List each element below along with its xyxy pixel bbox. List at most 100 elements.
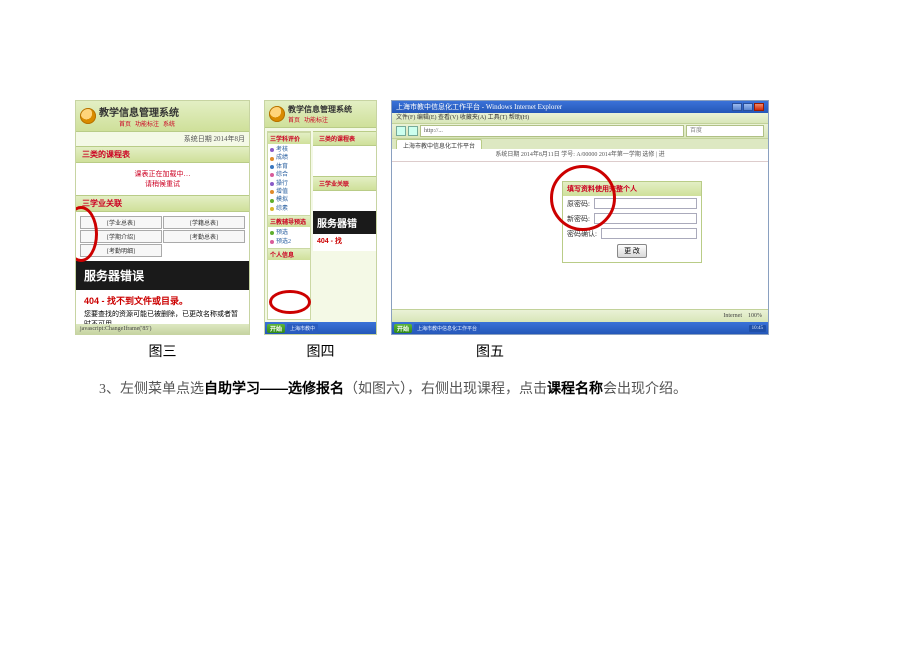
minimize-button[interactable] bbox=[732, 103, 742, 111]
status-bar: javascript:ChangeIframe('85') bbox=[76, 324, 249, 334]
browser-menubar[interactable]: 文件(F) 编辑(E) 查看(V) 收藏夹(A) 工具(T) 帮助(H) bbox=[392, 113, 768, 124]
zone-indicator: Internet bbox=[723, 313, 742, 319]
error-404-panel: 404 - 找 bbox=[313, 234, 376, 251]
back-icon[interactable] bbox=[396, 126, 406, 136]
screenshot-row: 教学信息管理系统 首页 功能标注 系统 系统日期 2014年8月 三类的课程表 … bbox=[75, 100, 845, 335]
search-box[interactable]: 百度 bbox=[686, 125, 764, 137]
taskbar: 开始 上海市教中 bbox=[265, 322, 376, 334]
window-buttons bbox=[732, 103, 764, 111]
side-item[interactable]: 预选 bbox=[268, 229, 310, 237]
app-sublinks: 首页 功能标注 bbox=[288, 115, 352, 124]
browser-toolbar: http://... 百度 bbox=[392, 124, 768, 139]
forward-icon[interactable] bbox=[408, 126, 418, 136]
browser-title-text: 上海市教中信息化工作平台 - Windows Internet Explorer bbox=[396, 102, 562, 112]
side-item[interactable]: 综素 bbox=[268, 205, 310, 213]
blank-area bbox=[313, 191, 376, 211]
loading-line-2: 请稍候重试 bbox=[82, 179, 243, 189]
app-sublinks: 首页 功能标注 系统 bbox=[119, 119, 179, 128]
blank-area bbox=[313, 146, 376, 176]
section-schedule: 三类的课程表 bbox=[313, 131, 376, 146]
loading-message: 课表正在加载中… 请稍候重试 bbox=[76, 163, 249, 195]
bullet-icon bbox=[270, 199, 274, 203]
sublink-home[interactable]: 首页 bbox=[288, 115, 300, 124]
figure-3-screenshot: 教学信息管理系统 首页 功能标注 系统 系统日期 2014年8月 三类的课程表 … bbox=[75, 100, 250, 335]
sublink-sys[interactable]: 系统 bbox=[163, 119, 175, 128]
grid-link[interactable]: [学籍总表] bbox=[163, 216, 245, 229]
instr-mid: （如图六），右侧出现课程，点击 bbox=[344, 382, 547, 397]
start-button[interactable]: 开始 bbox=[267, 324, 285, 333]
taskbar: 开始 上海市教中信息化工作平台 10:45 bbox=[392, 322, 768, 334]
caption-fig4: 图四 bbox=[264, 341, 377, 361]
side-list: 考核 成绩 体育 综合 操行 增值 模拟 综素 bbox=[268, 144, 310, 215]
breadcrumb-bar: 系统日期 2014年8月11日 学号: A/00000 2014年第一学期 选修… bbox=[392, 149, 768, 161]
bullet-icon bbox=[270, 190, 274, 194]
instr-prefix: 3、左侧菜单点选 bbox=[99, 382, 204, 397]
side-item[interactable]: 成绩 bbox=[268, 154, 310, 162]
caption-fig5: 图五 bbox=[391, 341, 769, 361]
error-banner: 服务器错 bbox=[313, 211, 376, 234]
bullet-icon bbox=[270, 231, 274, 235]
instruction-line: 3、左侧菜单点选自助学习——选修报名（如图六），右侧出现课程，点击课程名称会出现… bbox=[75, 377, 845, 401]
side-item[interactable]: 增值 bbox=[268, 188, 310, 196]
form-button-row: 更 改 bbox=[563, 241, 701, 262]
taskbar-item[interactable]: 上海市教中信息化工作平台 bbox=[414, 324, 480, 333]
side-category: 三教辅导预选 bbox=[268, 215, 310, 227]
right-column: 三类的课程表 三学业关联 服务器错 404 - 找 bbox=[313, 131, 376, 320]
close-button[interactable] bbox=[754, 103, 764, 111]
section-schedule: 三类的课程表 bbox=[76, 146, 249, 163]
figure-4-screenshot: 教学信息管理系统 首页 功能标注 三学科评价 考核 成绩 体育 综合 操行 增值… bbox=[264, 100, 377, 335]
error-404-title: 404 - 找不到文件或目录。 bbox=[84, 294, 241, 307]
bullet-icon bbox=[270, 207, 274, 211]
app-logo-icon bbox=[269, 106, 285, 122]
annotation-circle-icon bbox=[269, 290, 311, 314]
section-academic: 三学业关联 bbox=[76, 195, 249, 212]
address-bar[interactable]: http://... bbox=[420, 125, 684, 137]
bullet-icon bbox=[270, 165, 274, 169]
bullet-icon bbox=[270, 148, 274, 152]
instr-suffix: 会出现介绍。 bbox=[603, 382, 687, 397]
taskbar-tray[interactable]: 10:45 bbox=[749, 325, 766, 332]
caption-fig3: 图三 bbox=[75, 341, 250, 361]
instr-bold-1: 自助学习——选修报名 bbox=[204, 380, 344, 396]
caption-row: 图三 图四 图五 bbox=[75, 341, 845, 361]
annotation-circle-icon bbox=[550, 165, 616, 231]
app-logo-icon bbox=[80, 108, 96, 124]
zoom-indicator[interactable]: 100% bbox=[748, 313, 762, 319]
loading-line-1: 课表正在加载中… bbox=[82, 169, 243, 179]
sublink-home[interactable]: 首页 bbox=[119, 119, 131, 128]
section-academic: 三学业关联 bbox=[313, 176, 376, 191]
app-title: 教学信息管理系统 bbox=[288, 104, 352, 115]
sublink-func[interactable]: 功能标注 bbox=[135, 119, 159, 128]
side-category: 三学科评价 bbox=[268, 132, 310, 144]
bullet-icon bbox=[270, 173, 274, 177]
figure-5-screenshot: 上海市教中信息化工作平台 - Windows Internet Explorer… bbox=[391, 100, 769, 335]
confirm-password-input[interactable] bbox=[601, 228, 697, 239]
side-item[interactable]: 综合 bbox=[268, 171, 310, 179]
side-item[interactable]: 预选2 bbox=[268, 238, 310, 246]
taskbar-item[interactable]: 上海市教中 bbox=[287, 324, 318, 333]
app-header: 教学信息管理系统 首页 功能标注 系统 bbox=[76, 101, 249, 132]
grid-link[interactable]: [考勤总表] bbox=[163, 230, 245, 243]
link-grid: [学业总表] [学籍总表] [学期介绍] [考勤总表] [考勤明细] bbox=[76, 212, 249, 261]
side-item[interactable]: 体育 bbox=[268, 163, 310, 171]
error-404-title: 404 - 找 bbox=[317, 236, 372, 246]
app-title: 教学信息管理系统 bbox=[99, 104, 179, 119]
side-list: 预选 预选2 bbox=[268, 227, 310, 248]
bullet-icon bbox=[270, 182, 274, 186]
side-item[interactable]: 模拟 bbox=[268, 196, 310, 204]
system-date: 系统日期 2014年8月 bbox=[76, 132, 249, 146]
error-banner: 服务器错误 bbox=[76, 261, 249, 290]
browser-titlebar: 上海市教中信息化工作平台 - Windows Internet Explorer bbox=[392, 101, 768, 113]
side-item[interactable]: 考核 bbox=[268, 146, 310, 154]
submit-button[interactable]: 更 改 bbox=[617, 244, 647, 258]
start-button[interactable]: 开始 bbox=[394, 324, 412, 333]
maximize-button[interactable] bbox=[743, 103, 753, 111]
side-category-personal[interactable]: 个人信息 bbox=[268, 248, 310, 260]
document-page: 教学信息管理系统 首页 功能标注 系统 系统日期 2014年8月 三类的课程表 … bbox=[0, 0, 920, 651]
side-item[interactable]: 操行 bbox=[268, 180, 310, 188]
sublink-func[interactable]: 功能标注 bbox=[304, 115, 328, 124]
bullet-icon bbox=[270, 240, 274, 244]
bullet-icon bbox=[270, 157, 274, 161]
app-header: 教学信息管理系统 首页 功能标注 bbox=[265, 101, 376, 128]
instr-bold-2: 课程名称 bbox=[547, 380, 603, 396]
